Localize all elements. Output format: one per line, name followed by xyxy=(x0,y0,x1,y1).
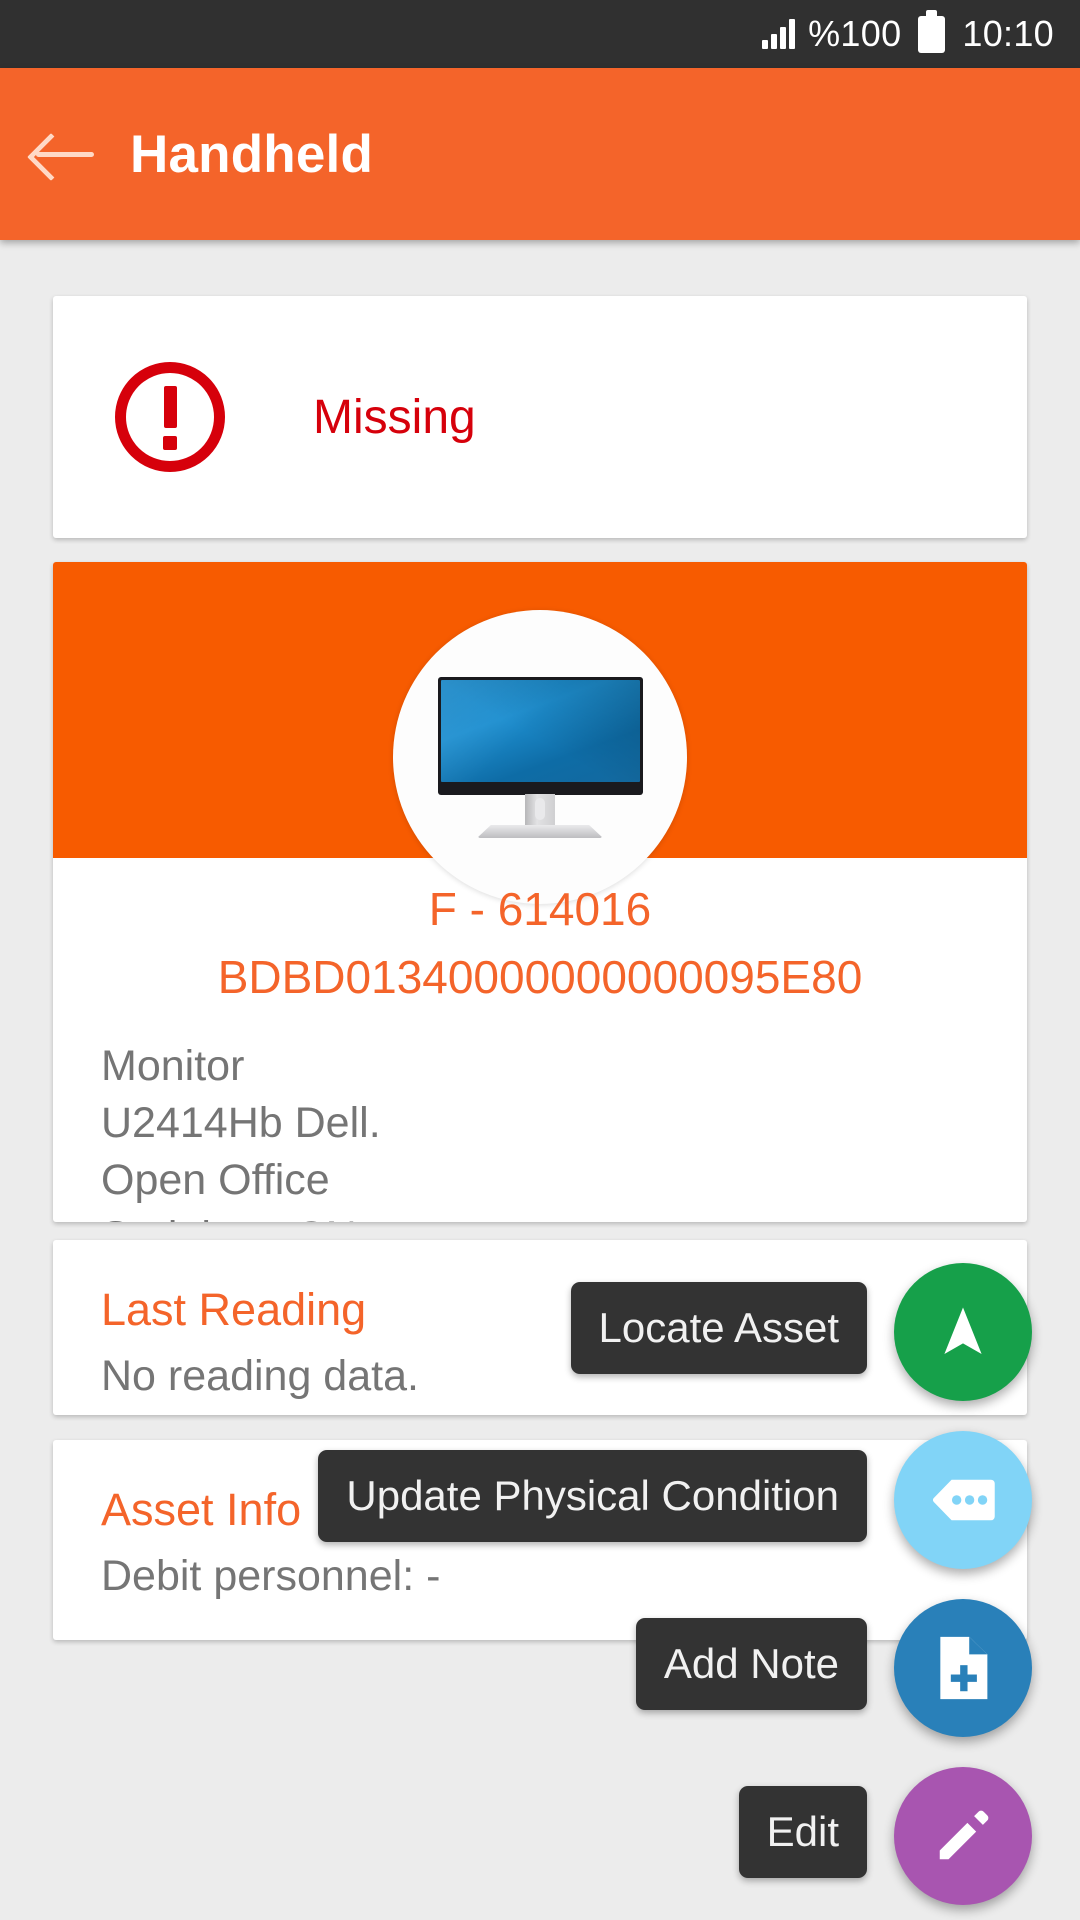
asset-detail-line: U2414Hb Dell. xyxy=(101,1099,381,1147)
file-plus-icon xyxy=(934,1634,992,1702)
signal-bars-icon xyxy=(762,19,796,49)
fab-label-update-physical-condition[interactable]: Update Physical Condition xyxy=(318,1450,867,1542)
last-reading-title: Last Reading xyxy=(101,1284,367,1335)
asset-body: F - 614016 BDBD01340000000000095E80 Moni… xyxy=(53,882,1027,1222)
add-note-button[interactable] xyxy=(894,1599,1032,1737)
asset-info-row: Debit personnel: - xyxy=(101,1552,441,1600)
avatar xyxy=(393,610,687,904)
edit-button[interactable] xyxy=(894,1767,1032,1905)
asset-rfid-label: BDBD01340000000000095E80 xyxy=(217,951,863,1003)
page-title: Handheld xyxy=(130,124,374,184)
fab-label-edit[interactable]: Edit xyxy=(738,1786,867,1878)
asset-banner xyxy=(53,562,1027,904)
fab-label-locate-asset[interactable]: Locate Asset xyxy=(570,1282,867,1374)
scroll-content[interactable]: Missing F - 614016 BDBD01340000000000095… xyxy=(0,240,1080,1920)
last-reading-card: Last Reading No reading data. xyxy=(53,1240,1027,1415)
navigation-arrow-icon xyxy=(932,1301,994,1363)
app-screen: %100 10:10 Handheld Missing F - 614016 B… xyxy=(0,0,1080,1920)
asset-detail-line: Serial no: CN xyxy=(101,1209,1027,1222)
back-button[interactable] xyxy=(0,130,130,178)
clock-label: 10:10 xyxy=(962,13,1054,54)
fab-label-add-note[interactable]: Add Note xyxy=(635,1618,867,1710)
comment-dots-icon xyxy=(930,1470,996,1530)
asset-detail-list: Monitor U2414Hb Dell. Open Office Serial… xyxy=(53,1038,1027,1222)
asset-detail-line: Open Office xyxy=(101,1156,330,1204)
app-bar: Handheld xyxy=(0,68,1080,240)
asset-id-label: F - 614016 xyxy=(428,883,652,935)
status-bar: %100 10:10 xyxy=(0,0,1080,68)
status-card: Missing xyxy=(53,296,1027,538)
battery-full-icon xyxy=(918,9,946,53)
locate-asset-button[interactable] xyxy=(894,1263,1032,1401)
arrow-left-icon xyxy=(34,130,96,178)
update-physical-condition-button[interactable] xyxy=(894,1431,1032,1569)
battery-percent-label: %100 xyxy=(808,13,902,54)
asset-detail-line: Monitor xyxy=(101,1042,245,1090)
asset-card: F - 614016 BDBD01340000000000095E80 Moni… xyxy=(53,562,1027,1222)
last-reading-text: No reading data. xyxy=(101,1352,419,1400)
pencil-icon xyxy=(932,1805,994,1867)
alert-circle-icon xyxy=(115,362,225,472)
monitor-image xyxy=(437,677,643,838)
status-badge: Missing xyxy=(313,390,476,444)
